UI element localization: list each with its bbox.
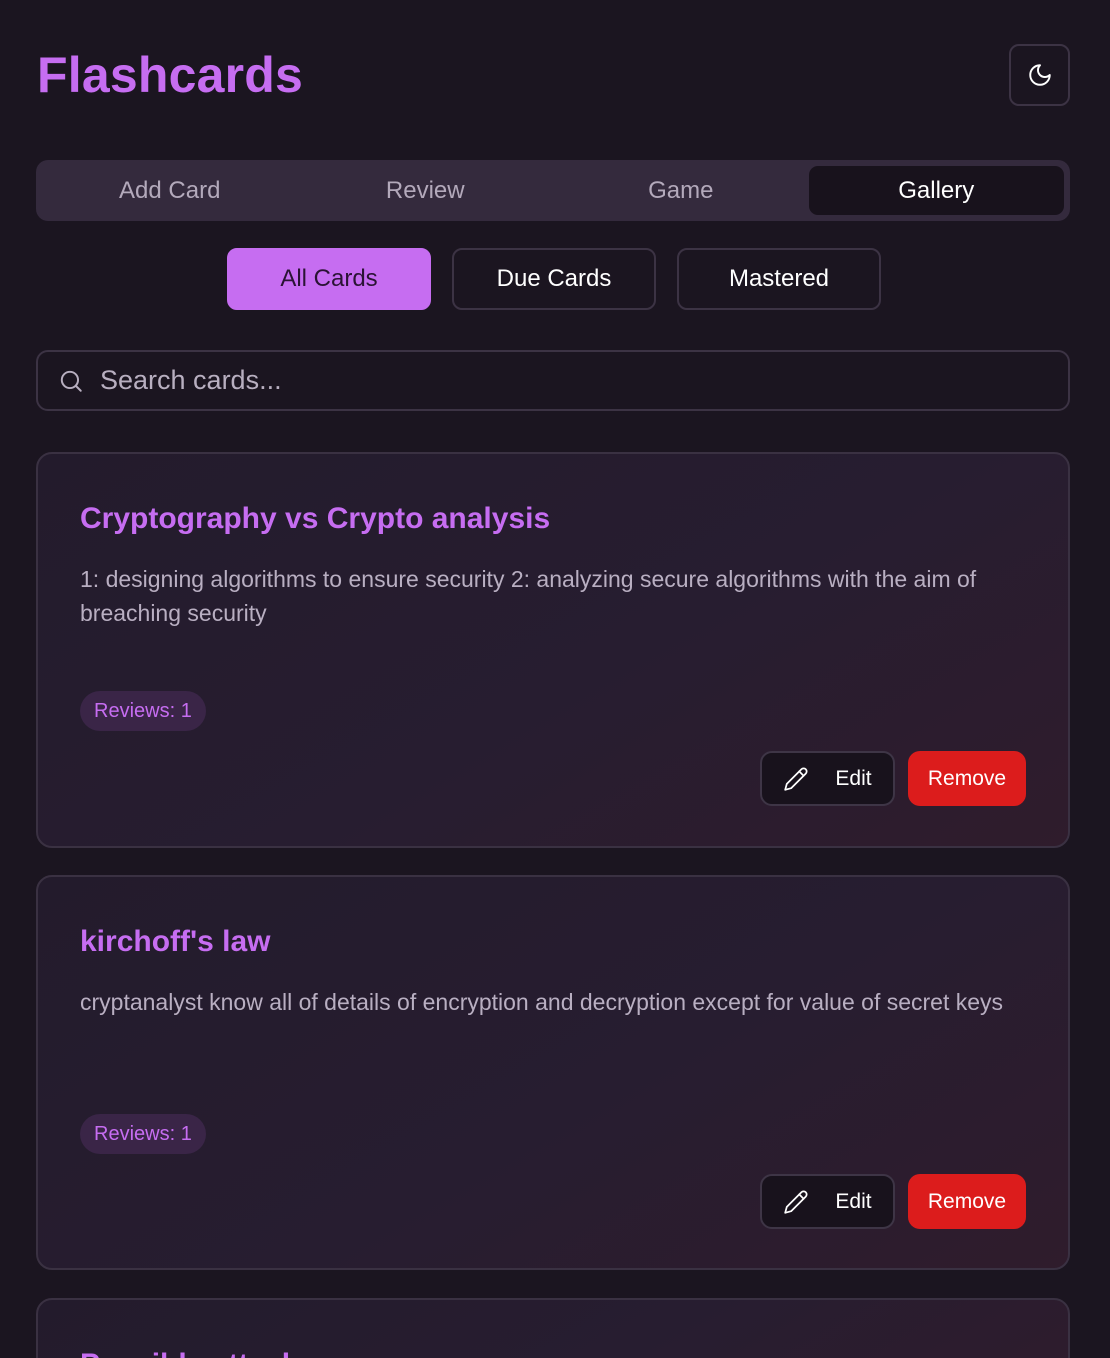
tab-game[interactable]: Game (553, 166, 809, 215)
card-answer: cryptanalyst know all of details of encr… (80, 989, 1004, 1015)
pencil-icon (783, 1189, 809, 1215)
filter-all-cards-button[interactable]: All Cards (227, 248, 431, 310)
reviews-badge: Reviews: 1 (80, 691, 206, 731)
edit-button[interactable]: Edit (760, 1174, 895, 1229)
tab-add-card[interactable]: Add Card (42, 166, 298, 215)
remove-button[interactable]: Remove (908, 751, 1026, 806)
card-answer: 1: designing algorithms to ensure securi… (80, 566, 977, 626)
tab-review[interactable]: Review (298, 166, 554, 215)
moon-icon (1027, 62, 1053, 88)
card-actions: Edit Remove (760, 1174, 1026, 1229)
flashcard: kirchoff's law cryptanalyst know all of … (36, 875, 1070, 1270)
search-input[interactable] (84, 352, 1068, 409)
tab-gallery[interactable]: Gallery (808, 166, 1064, 215)
header: Flashcards (37, 44, 1070, 106)
edit-button[interactable]: Edit (760, 751, 895, 806)
filter-group: All Cards Due Cards Mastered (227, 248, 881, 310)
theme-toggle-button[interactable] (1009, 44, 1070, 106)
page: Flashcards Add Card Review Game Gallery … (0, 0, 1110, 1358)
flashcard: Possible attacks (36, 1298, 1070, 1358)
card-title: kirchoff's law (80, 925, 271, 958)
remove-button[interactable]: Remove (908, 1174, 1026, 1229)
pencil-icon (783, 766, 809, 792)
card-actions: Edit Remove (760, 751, 1026, 806)
app-title: Flashcards (37, 47, 304, 103)
search-bar (36, 350, 1070, 411)
flashcard: Cryptography vs Crypto analysis 1: desig… (36, 452, 1070, 848)
reviews-badge: Reviews: 1 (80, 1114, 206, 1154)
main-tabs: Add Card Review Game Gallery (36, 160, 1070, 221)
edit-label: Edit (835, 766, 872, 790)
search-icon (58, 368, 84, 394)
filter-mastered-button[interactable]: Mastered (677, 248, 881, 310)
card-title: Possible attacks (80, 1348, 315, 1358)
card-title: Cryptography vs Crypto analysis (80, 502, 551, 535)
filter-due-cards-button[interactable]: Due Cards (452, 248, 656, 310)
edit-label: Edit (835, 1189, 872, 1213)
